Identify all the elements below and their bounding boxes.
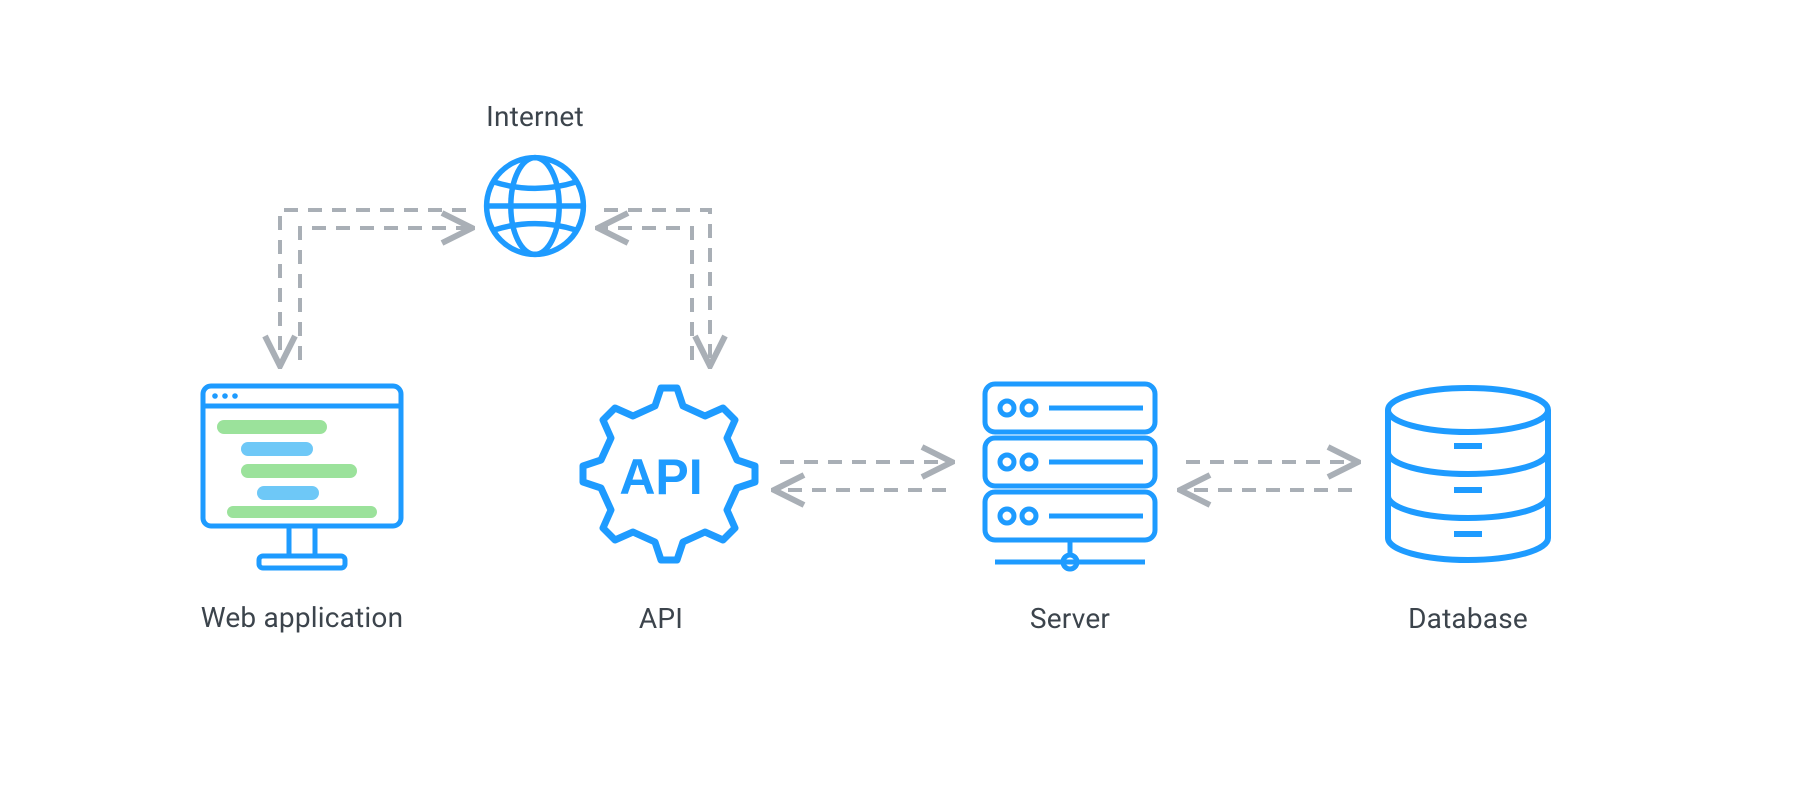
node-database: Database bbox=[1358, 376, 1578, 635]
api-label: API bbox=[556, 602, 766, 635]
database-cylinder-icon bbox=[1368, 376, 1568, 576]
node-server: Server bbox=[960, 376, 1180, 635]
api-gear-text: API bbox=[619, 449, 702, 505]
architecture-diagram: Internet Web application bbox=[0, 0, 1800, 800]
node-api: API API bbox=[556, 376, 766, 635]
server-label: Server bbox=[960, 602, 1180, 635]
api-gear-icon: API bbox=[561, 376, 761, 576]
node-internet: Internet bbox=[430, 100, 640, 261]
node-web-application: Web application bbox=[172, 380, 432, 634]
globe-icon bbox=[480, 151, 590, 261]
database-label: Database bbox=[1358, 602, 1578, 635]
web-application-label: Web application bbox=[172, 601, 432, 634]
monitor-code-icon bbox=[197, 380, 407, 575]
server-rack-icon bbox=[975, 376, 1165, 576]
internet-label: Internet bbox=[430, 100, 640, 133]
